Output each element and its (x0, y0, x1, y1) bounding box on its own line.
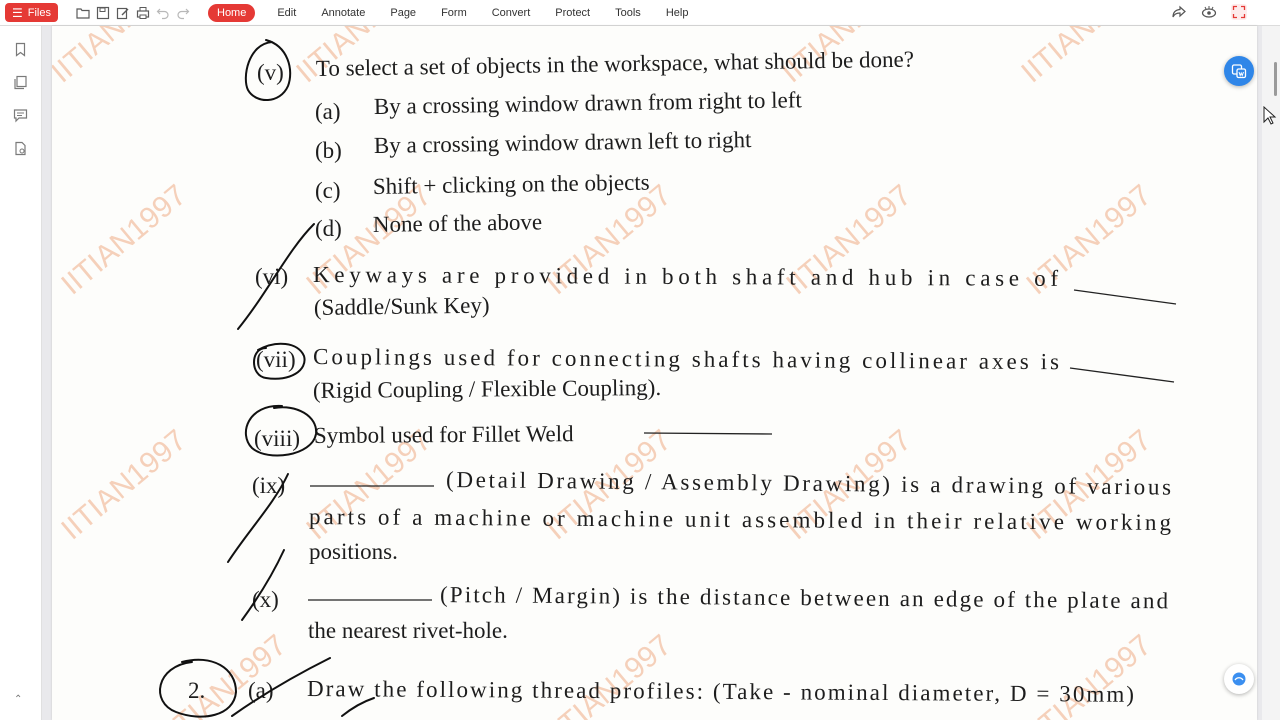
question-text: (Saddle/Sunk Key) (314, 293, 490, 320)
option-label: (d) (315, 216, 342, 241)
save-icon[interactable] (96, 6, 110, 20)
menu-tools[interactable]: Tools (615, 7, 641, 19)
left-sidebar: ⌃ (0, 26, 42, 720)
question-number: 2. (188, 678, 205, 703)
menu-help[interactable]: Help (666, 7, 689, 19)
question-viii: (viii) Symbol used for Fillet Weld (254, 421, 773, 451)
question-2: 2. (a) Draw the following thread profile… (188, 676, 1134, 707)
option-label: (a) (315, 99, 341, 124)
question-text: Draw the following thread profiles: (Tak… (307, 676, 1134, 707)
read-mode-icon[interactable] (1201, 4, 1217, 20)
question-text: Couplings used for connecting shafts hav… (313, 344, 1059, 374)
answer-blank (1073, 289, 1177, 305)
menu-icon: ☰ (12, 5, 23, 20)
toolbar-right-actions (1171, 4, 1247, 20)
edit-icon[interactable] (116, 6, 130, 20)
menu-convert[interactable]: Convert (492, 7, 531, 19)
ai-assistant-icon (1232, 672, 1246, 686)
vertical-scrollbar[interactable] (1262, 26, 1280, 720)
ai-assistant-button[interactable] (1224, 664, 1254, 694)
question-text: (Rigid Coupling / Flexible Coupling). (313, 375, 661, 403)
translate-button[interactable] (1224, 56, 1254, 86)
question-number: (ix) (252, 473, 285, 498)
menu-form[interactable]: Form (441, 7, 467, 19)
question-text: positions. (309, 539, 398, 564)
question-text: (Detail Drawing / Assembly Drawing) is a… (446, 467, 1171, 500)
watermark: IITIAN1997 (55, 179, 192, 302)
open-folder-icon[interactable] (76, 6, 90, 20)
menu-page[interactable]: Page (390, 7, 416, 19)
menu-protect[interactable]: Protect (555, 7, 590, 19)
option-text: None of the above (373, 209, 543, 237)
scrollbar-thumb[interactable] (1274, 62, 1277, 96)
question-v: (v) To select a set of objects in the wo… (257, 47, 914, 241)
question-text: parts of a machine or machine unit assem… (309, 504, 1172, 535)
question-number: (vii) (256, 347, 296, 372)
print-icon[interactable] (136, 6, 150, 20)
files-label: Files (27, 6, 51, 19)
question-text: the nearest rivet-hole. (308, 618, 508, 643)
thumbnails-icon[interactable] (13, 75, 28, 90)
translate-icon (1231, 64, 1247, 79)
question-text: Symbol used for Fillet Weld (314, 421, 574, 448)
watermark: IITIAN1997 (1015, 26, 1152, 89)
share-icon[interactable] (1171, 4, 1187, 20)
scanned-exam-page: IITIAN1997 IITIAN1997 IITIAN1997 IITIAN1… (52, 26, 1177, 720)
menu-home[interactable]: Home (208, 3, 256, 22)
option-label: (b) (315, 138, 342, 163)
question-text: (Pitch / Margin) is the distance between… (440, 582, 1169, 613)
attachments-icon[interactable] (13, 141, 28, 156)
question-number: (v) (257, 60, 284, 85)
answer-blank (1069, 367, 1175, 383)
redo-icon[interactable] (176, 6, 190, 20)
watermark: IITIAN1997 (55, 424, 192, 547)
question-text: Keyways are provided in both shaft and h… (313, 262, 1058, 291)
question-vii: (vii) Couplings used for connecting shaf… (256, 344, 1175, 403)
question-text: To select a set of objects in the worksp… (316, 47, 914, 81)
option-label: (c) (315, 178, 341, 203)
undo-icon[interactable] (156, 6, 170, 20)
quick-actions (76, 6, 190, 20)
document-page: IITIAN1997 IITIAN1997 IITIAN1997 IITIAN1… (52, 26, 1257, 720)
watermark: IITIAN1997 (52, 26, 183, 89)
watermark: IITIAN1997 (155, 629, 292, 720)
menu-annotate[interactable]: Annotate (321, 7, 365, 19)
option-text: By a crossing window drawn left to right (374, 127, 752, 158)
comments-icon[interactable] (13, 108, 28, 123)
watermark: IITIAN1997 (540, 629, 677, 720)
option-text: By a crossing window drawn from right to… (374, 87, 803, 119)
question-number: (vi) (255, 264, 288, 289)
top-toolbar: ☰ Files Home Edit Annotate Page Form Con… (0, 0, 1280, 26)
mouse-cursor-icon (1263, 106, 1277, 125)
menu-edit[interactable]: Edit (277, 7, 296, 19)
bookmark-icon[interactable] (13, 42, 28, 57)
option-text: Shift + clicking on the objects (373, 170, 650, 199)
question-number: (viii) (254, 426, 300, 451)
collapse-chevron-icon[interactable]: ⌃ (14, 694, 22, 705)
main-menu: Home Edit Annotate Page Form Convert Pro… (208, 3, 713, 22)
question-x: (x) (Pitch / Margin) is the distance bet… (252, 582, 1169, 643)
fullscreen-icon[interactable] (1231, 4, 1247, 20)
files-button[interactable]: ☰ Files (5, 3, 58, 22)
